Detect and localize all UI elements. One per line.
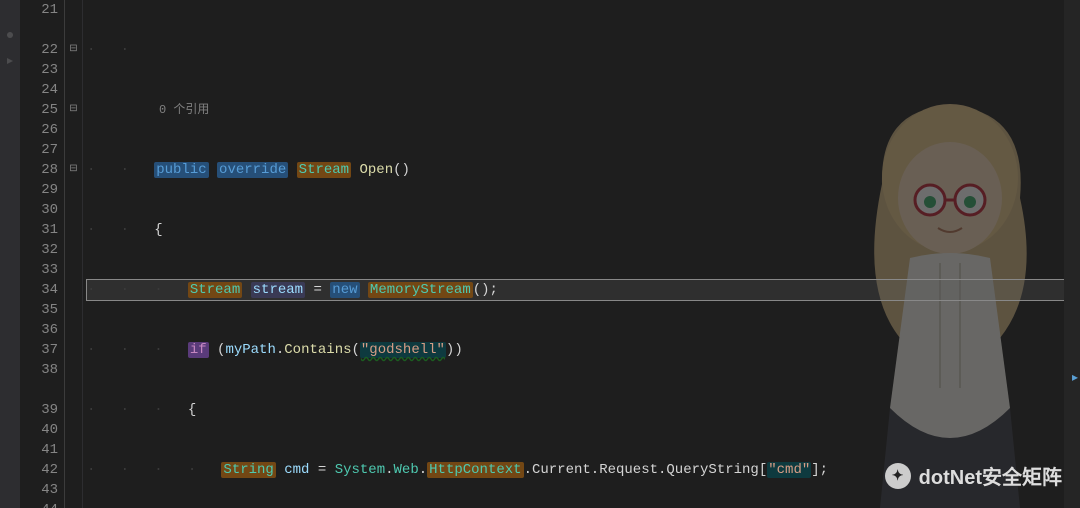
line-numbers: 21 22 23 24 25 26 27 28 29 30 31 32 33 3… — [20, 0, 65, 508]
fold-column[interactable]: ⊟ ⊟ ⊟ — [65, 0, 83, 508]
wechat-icon: ✦ — [885, 463, 911, 489]
watermark: ✦ dotNet安全矩阵 — [885, 461, 1062, 490]
code-editor[interactable]: 21 22 23 24 25 26 27 28 29 30 31 32 33 3… — [0, 0, 1080, 508]
codelens[interactable]: 0 个引用 — [87, 100, 1080, 120]
watermark-text: dotNet安全矩阵 — [919, 461, 1062, 490]
marker-icon: ▸ — [1072, 370, 1078, 385]
code-line: · · public override Stream Open() — [87, 160, 1080, 180]
code-area[interactable]: · · 0 个引用 · · public override Stream Ope… — [83, 0, 1080, 508]
scrollbar[interactable]: ▸ — [1064, 0, 1080, 508]
margin-icons — [0, 0, 20, 508]
current-line: · · · Stream stream = new MemoryStream()… — [87, 280, 1080, 300]
